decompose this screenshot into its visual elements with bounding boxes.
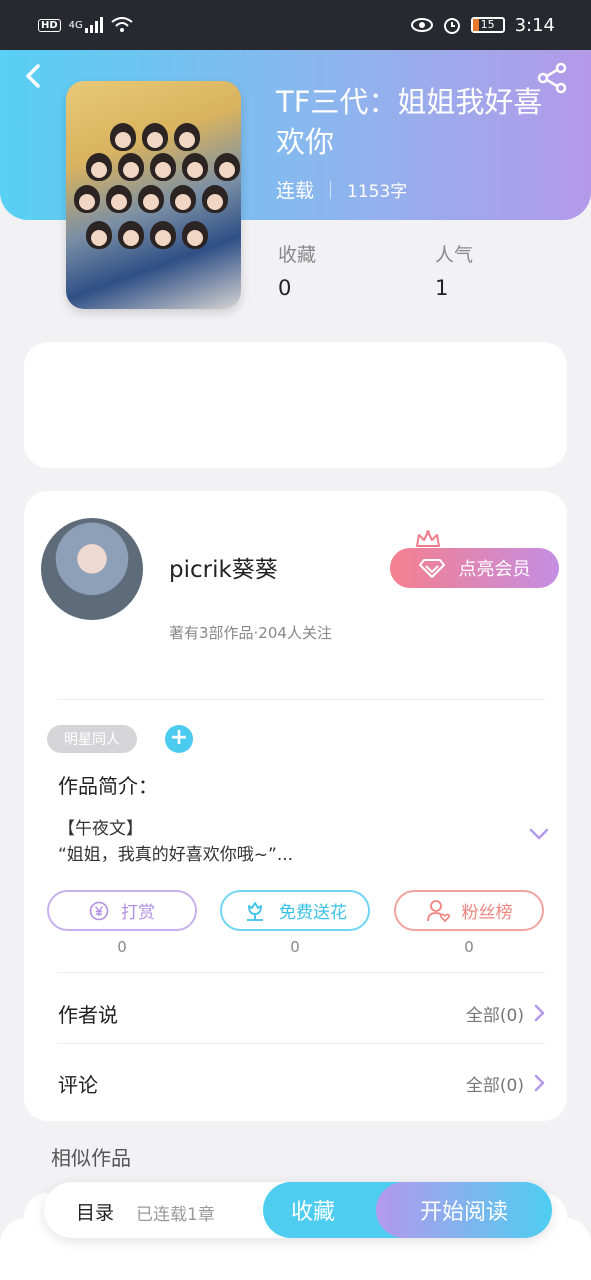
chapter-count: 已连载1章 <box>136 1205 215 1225</box>
serial-status: 连载 <box>276 180 315 202</box>
send-flower-label: 免费送花 <box>279 903 347 923</box>
stat-label-collect: 收藏 <box>278 244 317 266</box>
eye-icon <box>410 18 433 32</box>
divider <box>58 972 546 973</box>
divider <box>58 699 546 700</box>
network-indicator: 4G <box>68 19 83 31</box>
author-says-value: 全部(0) <box>465 1005 524 1026</box>
chevron-right-icon <box>534 1004 545 1022</box>
alarm-icon <box>443 18 460 34</box>
stat-value-collect: 0 <box>278 276 292 300</box>
vip-button-label: 点亮会员 <box>458 559 531 580</box>
category-tag[interactable]: 明星同人 <box>47 725 137 753</box>
comments-value: 全部(0) <box>465 1075 524 1096</box>
signal-icon <box>84 17 103 33</box>
back-button[interactable] <box>20 62 48 90</box>
author-says-row[interactable]: 作者说 全部(0) <box>58 993 546 1033</box>
fan-count: 0 <box>464 938 474 956</box>
catalog-button[interactable]: 目录 <box>76 1198 114 1225</box>
divider <box>58 1043 546 1044</box>
clock: 3:14 <box>514 14 555 36</box>
tip-label: 打赏 <box>121 903 155 923</box>
send-flower-button[interactable]: 免费送花 <box>220 890 370 931</box>
similar-works-heading: 相似作品 <box>51 1146 131 1170</box>
start-reading-button[interactable]: 开始阅读 <box>376 1182 552 1238</box>
book-title: TF三代：姐姐我好喜欢你 <box>276 85 543 159</box>
status-bar: HD 4G 15 3:14 <box>0 0 591 50</box>
add-tag-button[interactable]: + <box>165 725 193 753</box>
vip-button[interactable]: 点亮会员 <box>390 548 559 588</box>
diamond-icon <box>418 559 445 578</box>
author-avatar[interactable] <box>41 518 143 620</box>
word-count: 1153字 <box>347 182 408 202</box>
intro-line-2: “姐姐，我真的好喜欢你哦~”... <box>58 845 294 865</box>
stat-label-popularity: 人气 <box>435 244 474 266</box>
book-meta: 连载 1153字 <box>276 176 407 203</box>
wifi-icon <box>111 17 133 32</box>
intro-line-1: 【午夜文】 <box>58 819 143 839</box>
chevron-right-icon <box>534 1074 545 1092</box>
chevron-left-icon <box>26 64 40 88</box>
author-subtitle: 著有3部作品·204人关注 <box>169 624 332 642</box>
tip-button[interactable]: 打赏 <box>47 890 197 931</box>
fan-ranking-label: 粉丝榜 <box>461 903 513 923</box>
hd-indicator: HD <box>38 18 61 32</box>
blank-card <box>24 342 567 468</box>
intro-title: 作品简介： <box>58 774 158 798</box>
fan-ranking-button[interactable]: 粉丝榜 <box>394 890 544 931</box>
yen-coin-icon <box>89 901 109 920</box>
tip-count: 0 <box>117 938 127 956</box>
fan-ranking-icon <box>426 899 450 922</box>
crown-icon <box>416 530 440 547</box>
stat-value-popularity: 1 <box>435 276 449 300</box>
comments-label: 评论 <box>58 1072 98 1097</box>
flower-count: 0 <box>290 938 300 956</box>
meta-divider <box>330 180 332 199</box>
battery-icon: 15 <box>470 17 505 33</box>
book-cover-image <box>66 81 241 309</box>
author-name[interactable]: picrik葵葵 <box>169 550 278 584</box>
comments-row[interactable]: 评论 全部(0) <box>58 1063 546 1103</box>
chevron-down-icon[interactable] <box>528 826 550 842</box>
author-says-label: 作者说 <box>58 1002 118 1027</box>
flower-icon <box>247 901 263 921</box>
